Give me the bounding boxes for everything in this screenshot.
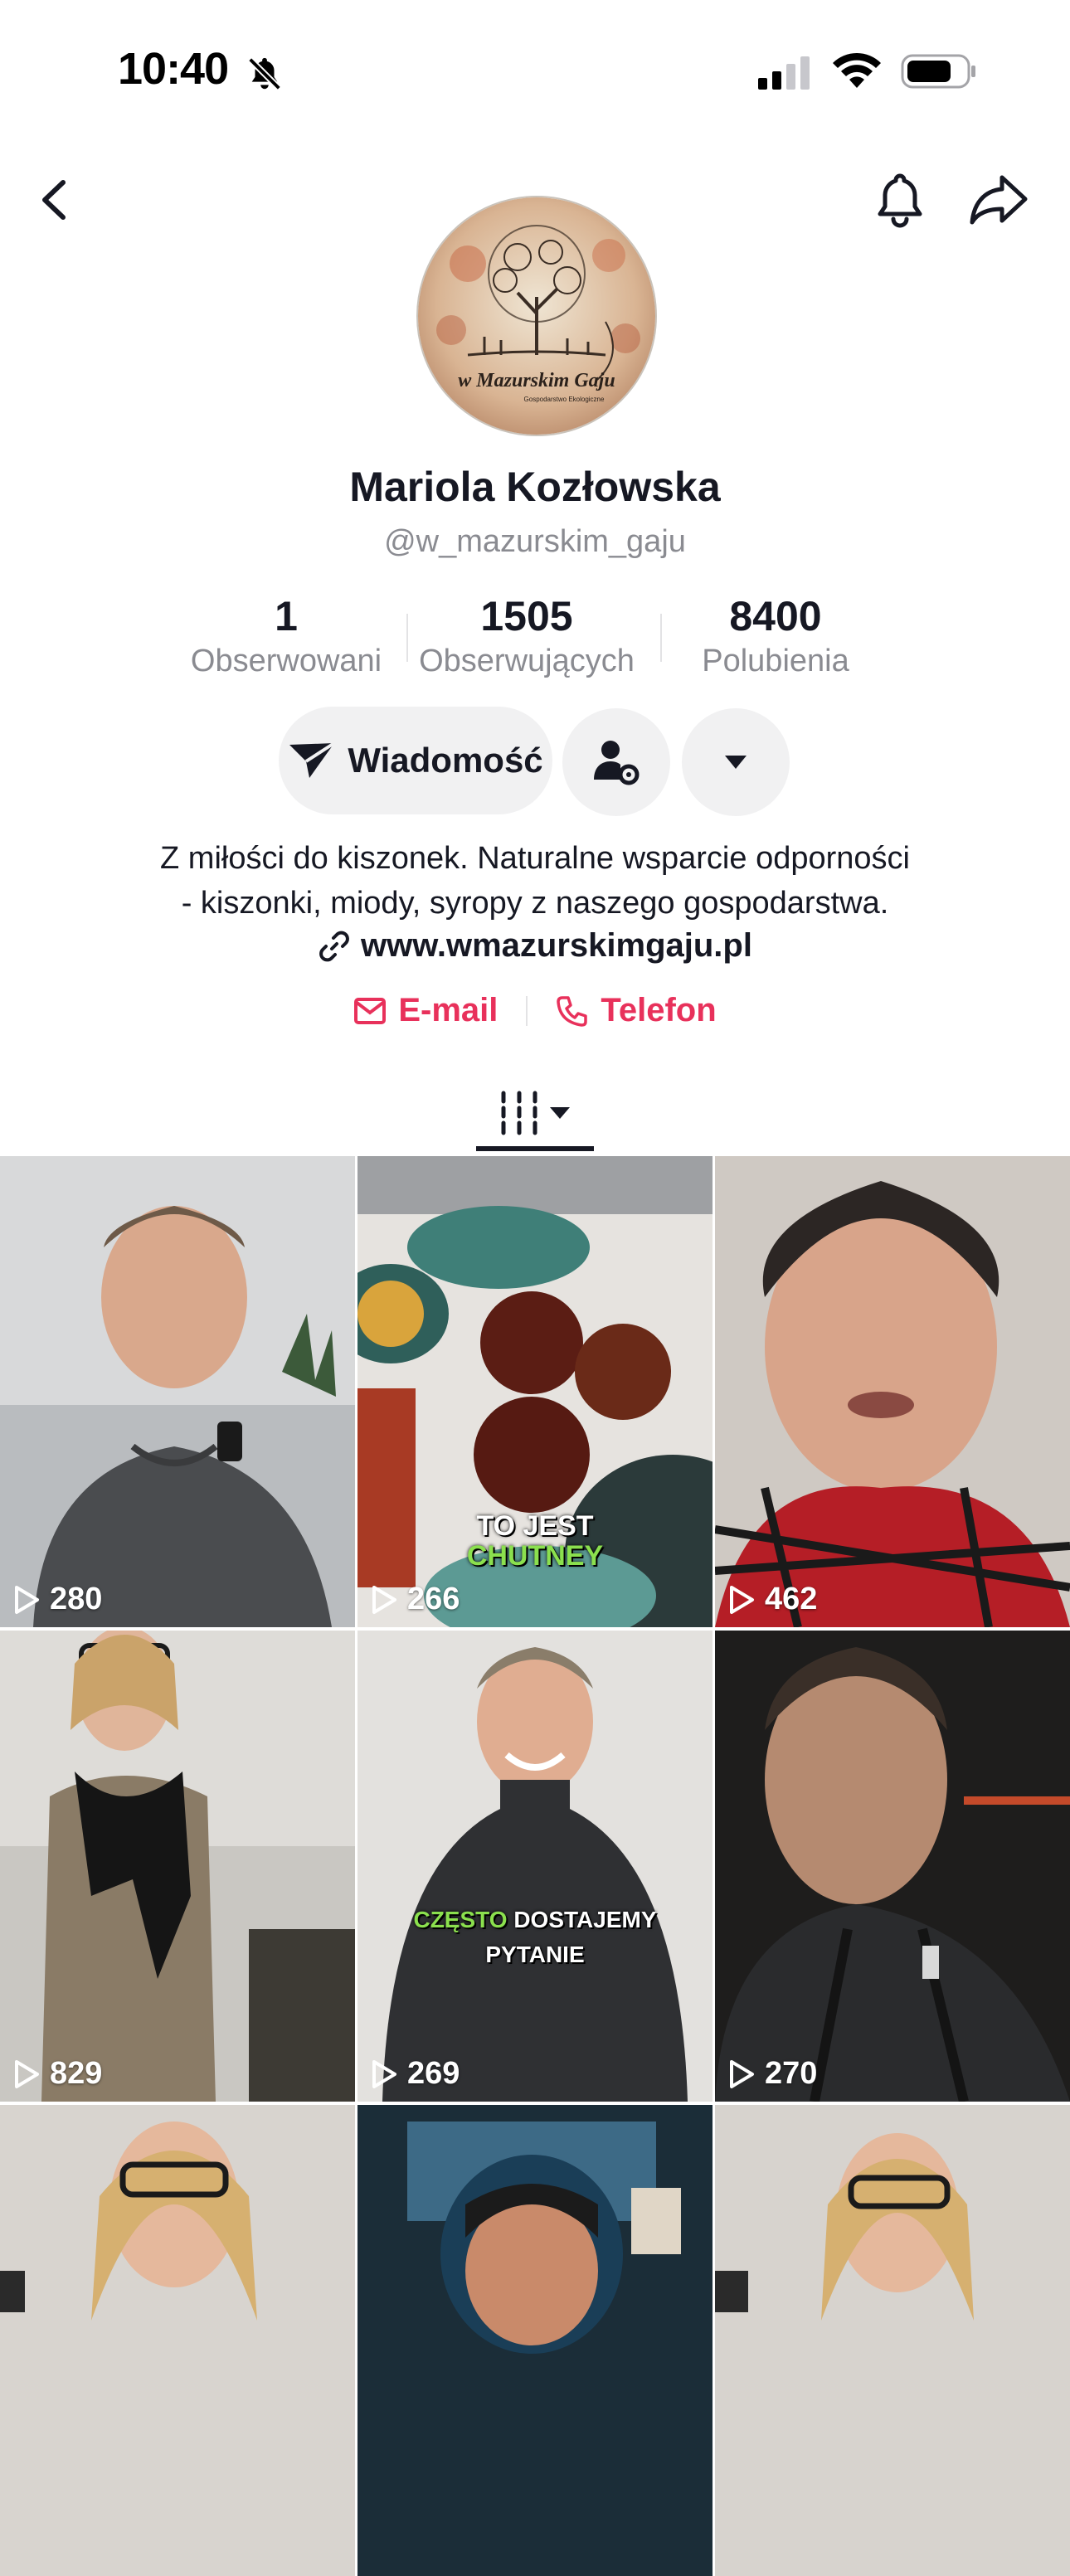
stat-divider xyxy=(406,614,408,662)
video-thumbnail-image xyxy=(715,1631,1070,2102)
video-thumbnail[interactable] xyxy=(715,2105,1070,2576)
stat-likes-count: 8400 xyxy=(729,593,822,639)
stat-likes-label: Polubienia xyxy=(702,644,849,678)
video-thumbnail-image xyxy=(715,1156,1070,1627)
stat-followers[interactable]: 1505 Obserwujących xyxy=(415,591,639,680)
email-link-label: E-mail xyxy=(398,992,499,1028)
play-icon xyxy=(15,1585,39,1614)
stat-followers-label: Obserwujących xyxy=(419,644,635,678)
view-count-text: 280 xyxy=(50,1582,103,1616)
video-thumbnail[interactable]: 829 xyxy=(0,1631,355,2102)
stat-following-count: 1 xyxy=(275,593,298,639)
profile-handle: @w_mazurskim_gaju xyxy=(384,524,686,559)
video-overlay-caption: CZĘSTO DOSTAJEMY PYTANIE xyxy=(357,1903,713,1972)
stat-following-label: Obserwowani xyxy=(190,644,382,678)
profile-stats: 1 Obserwowani 1505 Obserwujących 8400 Po… xyxy=(174,591,896,682)
video-thumbnail-image xyxy=(0,1631,355,2102)
view-count: 270 xyxy=(728,2056,817,2092)
overlay-line-2: CHUTNEY xyxy=(466,1540,604,1572)
status-bar: 10:40 xyxy=(0,0,1070,141)
play-icon xyxy=(730,1585,754,1614)
contact-divider xyxy=(526,995,528,1026)
stat-following[interactable]: 1 Obserwowani xyxy=(174,591,398,680)
play-icon xyxy=(730,2059,754,2088)
view-count: 829 xyxy=(13,2056,102,2092)
tab-active-indicator xyxy=(476,1146,594,1151)
profile-name: Mariola Kozłowska xyxy=(349,464,721,510)
view-count: 266 xyxy=(371,1582,460,1617)
play-icon xyxy=(372,2059,396,2088)
contact-links: E-mail Telefon xyxy=(0,992,1070,1029)
overlay-line-1: CZĘSTO DOSTAJEMY xyxy=(357,1903,713,1937)
overlay-word-green: CZĘSTO xyxy=(413,1907,508,1932)
video-thumbnail[interactable]: 462 xyxy=(715,1156,1070,1627)
stat-followers-count: 1505 xyxy=(480,593,573,639)
status-time: 10:40 xyxy=(118,44,229,94)
video-thumbnail-image xyxy=(357,2105,713,2576)
chevron-down-icon xyxy=(550,1107,570,1119)
signal-icon xyxy=(758,56,810,90)
stat-likes[interactable]: 8400 Polubienia xyxy=(655,591,896,680)
wifi-icon xyxy=(833,52,881,88)
profile-bio: Z miłości do kiszonek. Naturalne wsparci… xyxy=(66,836,1004,926)
follow-settings-button[interactable] xyxy=(562,708,670,816)
send-icon xyxy=(289,741,336,778)
battery-icon xyxy=(901,54,975,89)
video-thumbnail-image xyxy=(0,2105,355,2576)
view-count-text: 270 xyxy=(765,2056,818,2091)
avatar[interactable]: w Mazurskim Gaju Gospodarstwo Ekologiczn… xyxy=(416,196,657,436)
phone-icon xyxy=(557,995,588,1027)
user-settings-icon xyxy=(594,741,640,785)
avatar-logo-image: w Mazurskim Gaju Gospodarstwo Ekologiczn… xyxy=(418,197,655,435)
video-thumbnail[interactable]: CZĘSTO DOSTAJEMY PYTANIE 269 xyxy=(357,1631,713,2102)
video-overlay-caption: TO JEST CHUTNEY xyxy=(357,1511,713,1571)
tab-videos[interactable] xyxy=(476,1080,594,1146)
view-count-text: 829 xyxy=(50,2056,103,2091)
more-options-button[interactable] xyxy=(682,708,790,816)
share-icon[interactable] xyxy=(967,171,1030,227)
view-count-text: 462 xyxy=(765,1582,818,1616)
video-thumbnail-image xyxy=(715,2105,1070,2576)
play-icon xyxy=(372,1585,396,1614)
message-button[interactable]: Wiadomość xyxy=(279,707,552,814)
video-thumbnail[interactable] xyxy=(357,2105,713,2576)
email-link[interactable]: E-mail xyxy=(353,992,498,1029)
view-count: 269 xyxy=(371,2056,460,2092)
bio-line-2: - kiszonki, miody, syropy z naszego gosp… xyxy=(181,886,889,921)
video-thumbnail-image xyxy=(357,1631,713,2102)
profile-link-text: www.wmazurskimgaju.pl xyxy=(361,927,752,964)
message-button-label: Wiadomość xyxy=(348,741,543,780)
video-thumbnail[interactable] xyxy=(0,2105,355,2576)
view-count: 280 xyxy=(13,1582,102,1617)
back-icon[interactable] xyxy=(30,171,80,229)
video-thumbnail-image xyxy=(0,1156,355,1627)
bell-muted-icon xyxy=(248,57,281,90)
notification-bell-icon[interactable] xyxy=(873,169,927,231)
overlay-line-2: PYTANIE xyxy=(485,1942,585,1967)
video-thumbnail[interactable]: 280 xyxy=(0,1156,355,1627)
video-thumbnail[interactable]: TO JEST CHUTNEY 266 xyxy=(357,1156,713,1627)
profile-link[interactable]: www.wmazurskimgaju.pl xyxy=(0,927,1070,965)
mail-icon xyxy=(354,997,387,1024)
view-count-text: 269 xyxy=(407,2056,460,2091)
chevron-down-icon xyxy=(725,756,747,769)
bio-line-1: Z miłości do kiszonek. Naturalne wsparci… xyxy=(160,841,910,876)
play-icon xyxy=(15,2059,39,2088)
link-icon xyxy=(319,931,349,961)
avatar-logo-subtext: Gospodarstwo Ekologiczne xyxy=(524,396,605,403)
videos-grid-icon xyxy=(501,1091,537,1135)
view-count-text: 266 xyxy=(407,1582,460,1616)
phone-link[interactable]: Telefon xyxy=(556,992,717,1029)
avatar-logo-text: w Mazurskim Gaju xyxy=(458,370,615,391)
overlay-word: DOSTAJEMY xyxy=(513,1907,657,1932)
phone-link-label: Telefon xyxy=(601,992,717,1028)
overlay-line-1: TO JEST xyxy=(476,1510,594,1542)
view-count: 462 xyxy=(728,1582,817,1617)
content-tabs xyxy=(0,1070,1070,1153)
video-thumbnail[interactable]: 270 xyxy=(715,1631,1070,2102)
